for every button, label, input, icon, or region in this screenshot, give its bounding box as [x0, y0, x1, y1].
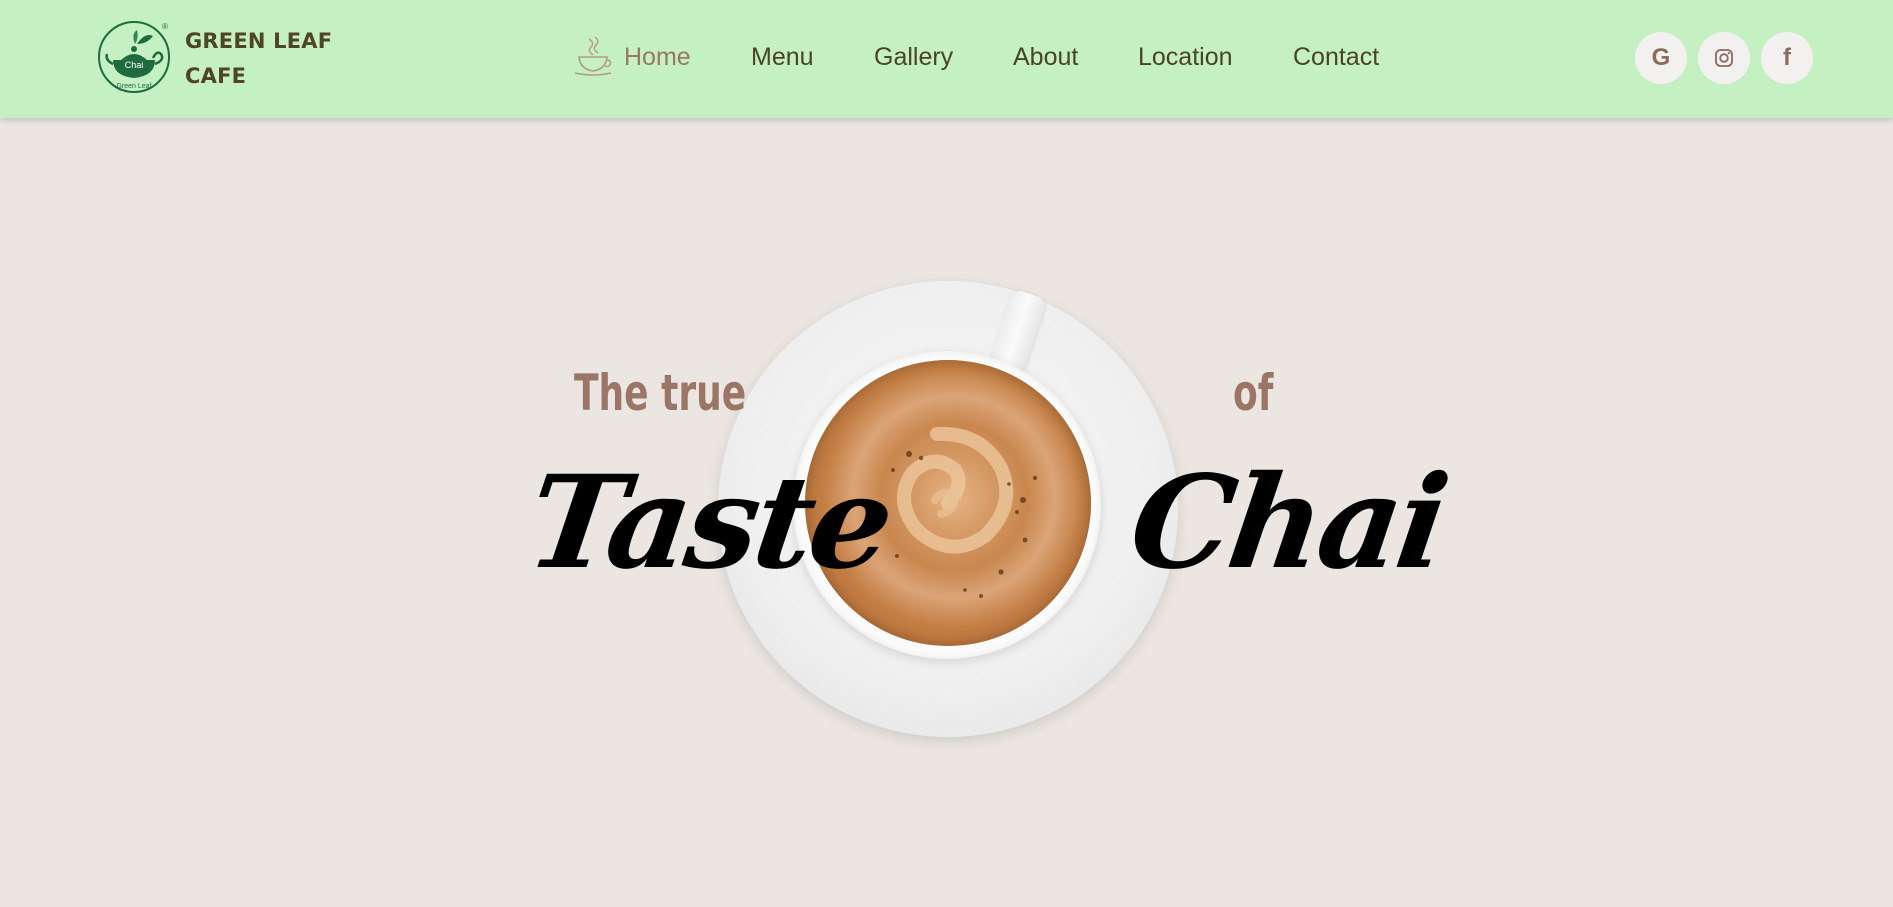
nav-home[interactable]: Home [624, 43, 691, 72]
facebook-button[interactable]: f [1761, 32, 1813, 84]
logo-center-text: Chai [125, 60, 144, 70]
brand-line-2: CAFE [185, 64, 247, 88]
logo-registered-mark: ® [162, 22, 168, 31]
google-icon: G [1651, 44, 1671, 71]
hero-text-of: of [1233, 364, 1274, 422]
green-leaf-chai-logo[interactable]: Chai Green Leaf ® [97, 20, 171, 94]
nav-location[interactable]: Location [1138, 43, 1233, 72]
tea-cup-icon [574, 36, 612, 76]
instagram-button[interactable] [1698, 32, 1750, 84]
facebook-icon: f [1783, 44, 1791, 71]
brand-name[interactable]: GREEN LEAF CAFE [185, 24, 332, 94]
nav-menu[interactable]: Menu [751, 43, 814, 72]
nav-gallery[interactable]: Gallery [874, 43, 953, 72]
google-button[interactable]: G [1635, 32, 1687, 84]
hero-text-taste: Taste [518, 448, 899, 598]
instagram-icon [1715, 49, 1733, 67]
nav-about[interactable]: About [1013, 43, 1078, 72]
logo-bottom-text: Green Leaf [116, 83, 151, 90]
hero-text-the-true: The true [574, 364, 747, 422]
brand-line-1: GREEN LEAF [185, 29, 333, 53]
hero-text-chai: Chai [1121, 448, 1454, 598]
nav-contact[interactable]: Contact [1293, 43, 1379, 72]
site-header: Chai Green Leaf ® GREEN LEAF CAFE Home M… [0, 0, 1893, 118]
